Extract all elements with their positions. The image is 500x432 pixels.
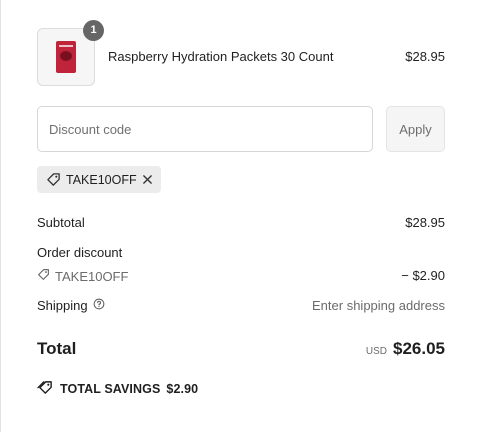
product-price: $28.95 <box>405 49 445 64</box>
order-discount-label: Order discount <box>37 245 123 260</box>
product-name: Raspberry Hydration Packets 30 Count <box>108 49 334 64</box>
quantity-badge: 1 <box>83 20 104 41</box>
remove-discount-close-icon[interactable] <box>142 174 153 185</box>
subtotal-row: Subtotal $28.95 <box>37 215 445 230</box>
applied-code-text: TAKE10OFF <box>66 172 137 187</box>
total-label: Total <box>37 339 77 358</box>
savings-label: TOTAL SAVINGS <box>60 382 161 396</box>
shipping-row: Shipping Enter shipping address <box>37 298 445 313</box>
tag-icon <box>46 172 61 187</box>
shipping-label: Shipping <box>37 298 88 313</box>
discount-code-input[interactable] <box>37 106 373 152</box>
total-amount: $26.05 <box>393 339 445 358</box>
shipping-value: Enter shipping address <box>312 298 445 313</box>
total-savings: TOTAL SAVINGS $2.90 <box>37 380 198 398</box>
product-image <box>56 41 76 73</box>
discount-code-row: TAKE10OFF − $2.90 <box>37 268 445 284</box>
order-discount-row: Order discount <box>37 245 445 260</box>
total-row: Total USD $26.05 <box>37 339 445 361</box>
subtotal-value: $28.95 <box>405 215 445 230</box>
applied-discount-chip: TAKE10OFF <box>37 166 161 193</box>
savings-tag-icon <box>37 380 54 398</box>
savings-amount: $2.90 <box>166 382 199 396</box>
currency-code: USD <box>365 346 387 357</box>
discount-code-label: TAKE10OFF <box>55 268 129 284</box>
cart-line-item: 1 Raspberry Hydration Packets 30 Count $… <box>37 20 445 86</box>
subtotal-label: Subtotal <box>37 215 85 230</box>
help-circle-icon[interactable] <box>93 298 105 313</box>
discount-value: − $2.90 <box>401 268 445 283</box>
apply-button[interactable]: Apply <box>386 106 445 152</box>
tag-icon <box>37 268 50 284</box>
